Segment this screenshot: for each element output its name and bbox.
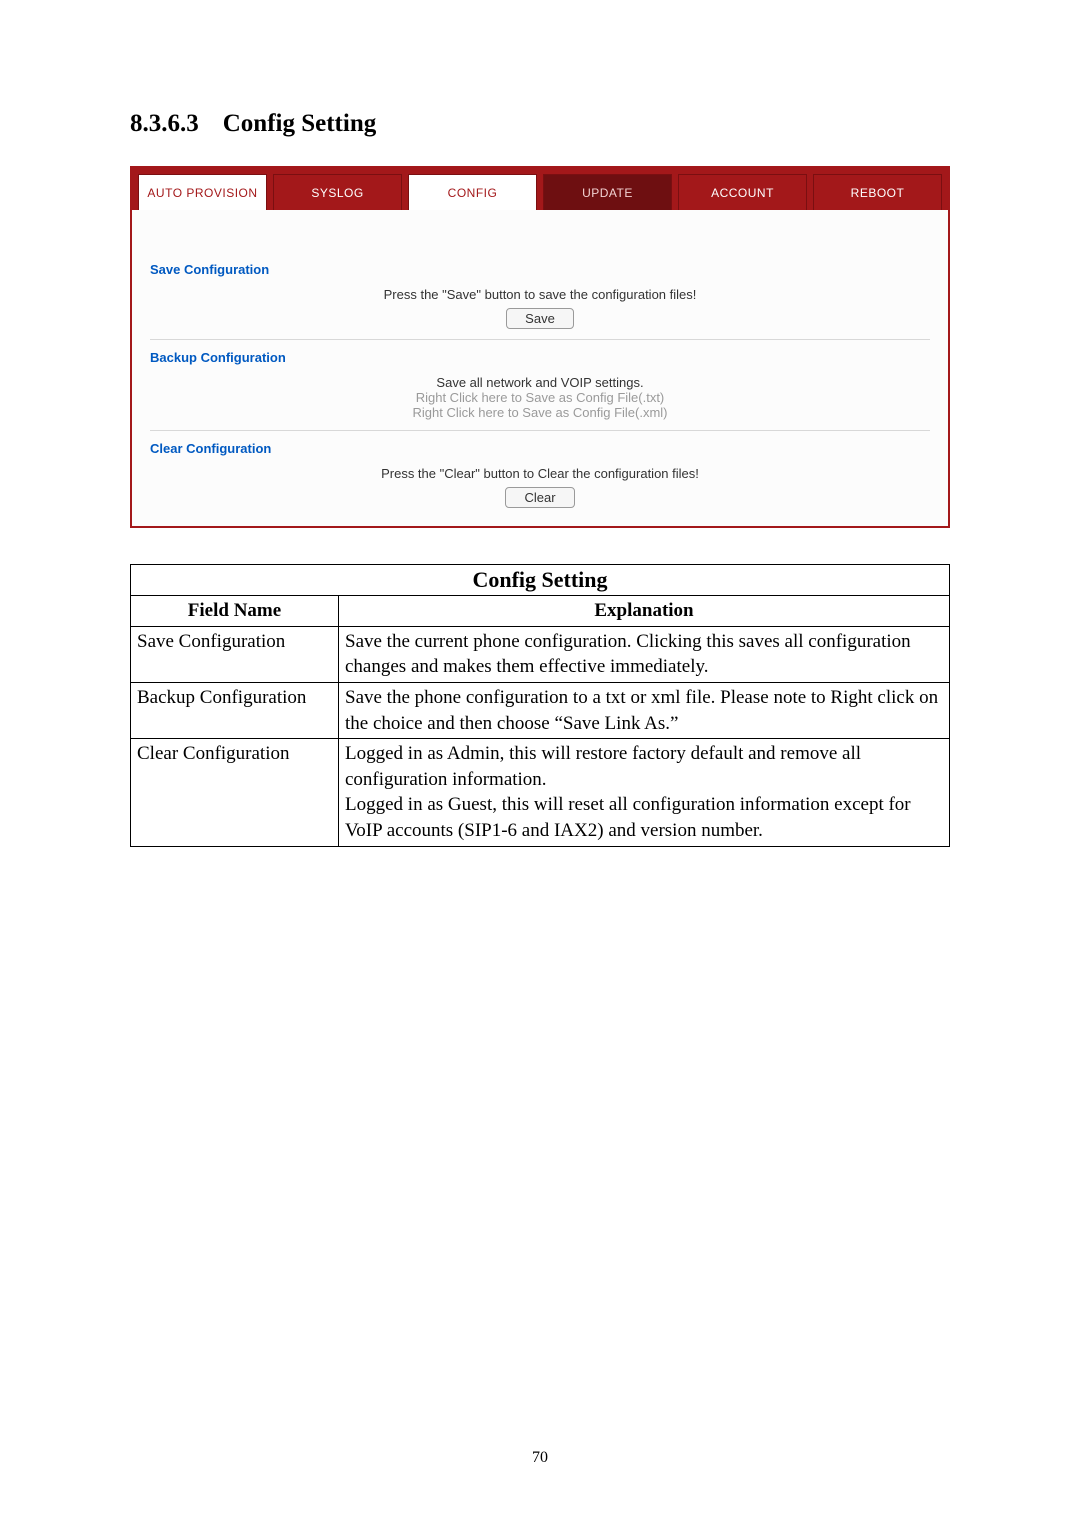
- th-expl: Explanation: [339, 596, 950, 627]
- cell-field: Clear Configuration: [131, 739, 339, 847]
- backup-link-txt[interactable]: Right Click here to Save as Config File(…: [150, 390, 930, 405]
- divider: [150, 339, 930, 340]
- section-heading: 8.3.6.3Config Setting: [130, 110, 950, 138]
- cell-field: Save Configuration: [131, 626, 339, 682]
- clear-button[interactable]: Clear: [505, 487, 574, 508]
- cell-field: Backup Configuration: [131, 682, 339, 738]
- table-caption: Config Setting: [130, 564, 950, 595]
- tab-bar: AUTO PROVISION SYSLOG CONFIG UPDATE ACCO…: [132, 168, 948, 210]
- save-config-hint: Press the "Save" button to save the conf…: [150, 287, 930, 302]
- tab-config[interactable]: CONFIG: [408, 174, 537, 210]
- backup-config-title: Backup Configuration: [150, 350, 930, 365]
- cell-expl: Save the current phone configuration. Cl…: [339, 626, 950, 682]
- divider: [150, 430, 930, 431]
- cell-expl: Logged in as Admin, this will restore fa…: [339, 739, 950, 847]
- clear-config-hint: Press the "Clear" button to Clear the co…: [150, 466, 930, 481]
- table-row: Backup Configuration Save the phone conf…: [131, 682, 950, 738]
- backup-line1: Save all network and VOIP settings.: [150, 375, 930, 390]
- tab-account[interactable]: ACCOUNT: [678, 174, 807, 210]
- tab-update[interactable]: UPDATE: [543, 174, 672, 210]
- config-setting-table: Config Setting Field Name Explanation Sa…: [130, 564, 950, 847]
- clear-config-title: Clear Configuration: [150, 441, 930, 456]
- config-ui-screenshot: AUTO PROVISION SYSLOG CONFIG UPDATE ACCO…: [130, 166, 950, 528]
- tab-syslog[interactable]: SYSLOG: [273, 174, 402, 210]
- section-number: 8.3.6.3: [130, 110, 223, 137]
- backup-link-xml[interactable]: Right Click here to Save as Config File(…: [150, 405, 930, 420]
- tab-reboot[interactable]: REBOOT: [813, 174, 942, 210]
- table-row: Clear Configuration Logged in as Admin, …: [131, 739, 950, 847]
- section-title: Config Setting: [223, 110, 376, 137]
- th-field: Field Name: [131, 596, 339, 627]
- cell-expl: Save the phone configuration to a txt or…: [339, 682, 950, 738]
- table-row: Save Configuration Save the current phon…: [131, 626, 950, 682]
- page-number: 70: [0, 1449, 1080, 1467]
- tab-auto-provision[interactable]: AUTO PROVISION: [138, 174, 267, 210]
- save-config-title: Save Configuration: [150, 262, 930, 277]
- save-button[interactable]: Save: [506, 308, 574, 329]
- table-header-row: Field Name Explanation: [131, 596, 950, 627]
